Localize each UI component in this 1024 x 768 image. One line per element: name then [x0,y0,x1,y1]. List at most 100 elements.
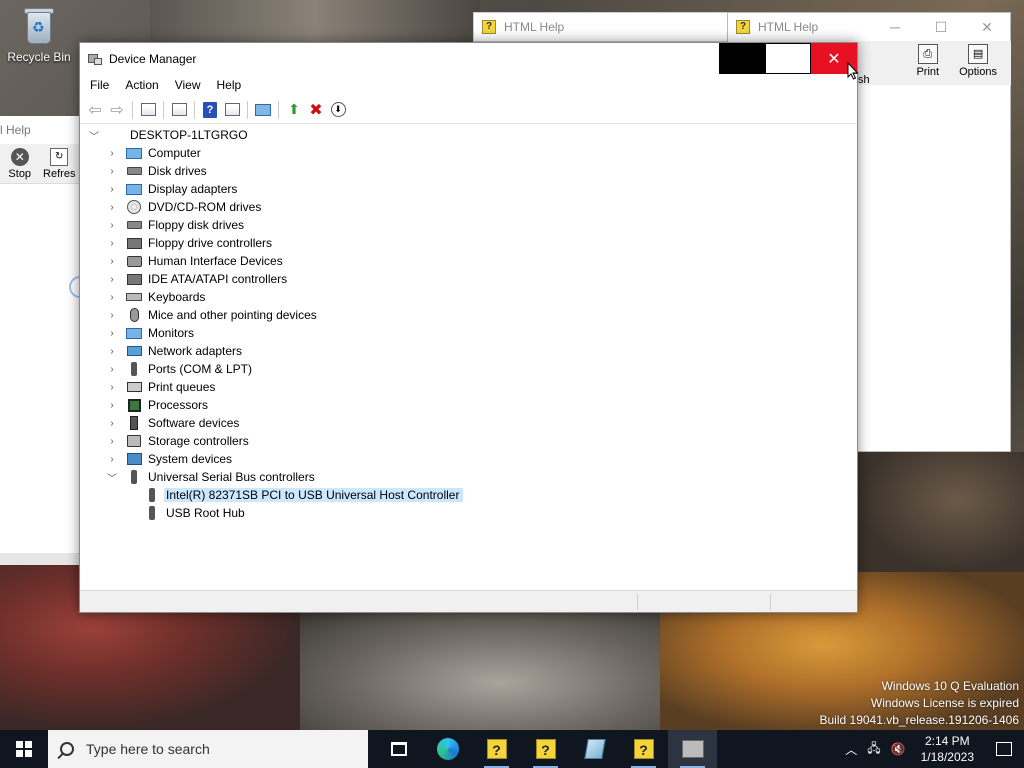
tree-device-usb-root-hub[interactable]: USB Root Hub [144,504,245,522]
tree-device-usb-host-controller[interactable]: Intel(R) 82371SB PCI to USB Universal Ho… [144,486,464,504]
tree-category-usb-controllers[interactable]: ﹀ Universal Serial Bus controllers [106,468,315,486]
close-button[interactable]: ✕ [964,13,1010,41]
maximize-button[interactable]: ☐ [918,13,964,41]
tree-category-system-devices[interactable]: › System devices [106,450,232,468]
tree-category-ide-ata-atapi[interactable]: › IDE ATA/ATAPI controllers [106,270,287,288]
software-device-icon [126,415,142,431]
notification-icon [996,742,1012,756]
start-button[interactable] [0,730,48,768]
tree-category-computer[interactable]: › Computer [106,144,200,162]
html-help-left-bottom [0,553,80,565]
task-view-button[interactable] [374,730,423,768]
tree-category-human-interface-devices[interactable]: › Human Interface Devices [106,252,282,270]
maximize-button[interactable] [765,43,811,74]
taskbar-html-help-1[interactable]: ? [472,730,521,768]
tree-category-print-queues[interactable]: › Print queues [106,378,215,396]
expand-chevron-icon[interactable]: › [106,237,118,249]
computer-icon [108,127,124,143]
disable-device-button[interactable]: ⬇ [327,99,349,121]
expand-chevron-icon[interactable]: › [106,381,118,393]
tree-category-software-devices[interactable]: › Software devices [106,414,239,432]
tree-category-mice[interactable]: › Mice and other pointing devices [106,306,317,324]
taskbar-html-help-3[interactable]: ? [619,730,668,768]
html-help-window-2-title: HTML Help [758,20,819,34]
html-help-icon: ? [486,739,507,759]
expand-chevron-icon[interactable]: › [106,255,118,267]
minimize-button[interactable]: ─ [872,13,918,41]
stop-button[interactable]: ✕ Stop [0,144,40,183]
expand-chevron-icon[interactable]: › [106,363,118,375]
taskbar-edge[interactable] [423,730,472,768]
minimize-button[interactable] [719,43,765,74]
expand-chevron-icon[interactable]: › [106,291,118,303]
collapse-chevron-icon[interactable]: ﹀ [88,129,100,143]
tree-category-storage-controllers[interactable]: › Storage controllers [106,432,248,450]
expand-chevron-icon[interactable]: › [106,273,118,285]
device-manager-window[interactable]: Device Manager ✕ File Action View Help ⇦… [79,42,858,613]
expand-chevron-icon[interactable]: › [106,435,118,447]
show-hide-action-pane-button[interactable] [221,99,243,121]
title-bar[interactable]: Device Manager ✕ [80,43,857,74]
taskbar-notepad[interactable] [570,730,619,768]
expand-chevron-icon[interactable]: › [106,219,118,231]
device-label: USB Root Hub [166,506,245,520]
back-arrow-icon[interactable]: ⇦ [84,99,106,121]
show-hidden-icons-chevron-icon[interactable]: ︿ [840,741,862,758]
device-label-selected: Intel(R) 82371SB PCI to USB Universal Ho… [164,488,464,502]
expand-chevron-icon[interactable]: › [106,201,118,213]
action-center-button[interactable] [984,730,1024,768]
taskbar-device-manager[interactable] [668,730,717,768]
toolbar-separator [247,100,248,119]
tree-category-dvd-cdrom[interactable]: › DVD/CD-ROM drives [106,198,261,216]
toolbar-separator [163,100,164,119]
menu-action[interactable]: Action [117,74,166,96]
expand-chevron-icon[interactable]: › [106,309,118,321]
tree-category-floppy-disk-drives[interactable]: › Floppy disk drives [106,216,244,234]
menu-view[interactable]: View [167,74,209,96]
recycle-bin-desktop-icon[interactable]: ♻ Recycle Bin [4,6,74,64]
expand-chevron-icon[interactable]: › [106,147,118,159]
tree-root[interactable]: ﹀ DESKTOP-1LTGRGO [88,126,248,144]
options-button[interactable]: ▤ Options [959,41,997,85]
status-separator [637,594,638,610]
menu-help[interactable]: Help [209,74,250,96]
volume-muted-icon[interactable]: 🔇 [886,742,911,756]
refresh-button[interactable]: ↻ Refres [40,144,80,183]
expand-chevron-icon[interactable]: › [106,345,118,357]
expand-chevron-icon[interactable]: › [106,183,118,195]
usb-icon [144,487,160,503]
category-label: Network adapters [148,344,243,358]
expand-chevron-icon[interactable]: › [106,399,118,411]
expand-chevron-icon[interactable]: › [106,417,118,429]
search-placeholder: Type here to search [86,741,210,757]
forward-arrow-icon[interactable]: ⇨ [106,99,128,121]
expand-chevron-icon[interactable]: › [106,453,118,465]
network-icon[interactable]: 🖧 [862,739,885,760]
collapse-chevron-icon[interactable]: ﹀ [106,471,118,485]
tree-category-processors[interactable]: › Processors [106,396,208,414]
show-hide-console-tree-button[interactable] [137,99,159,121]
menu-file[interactable]: File [82,74,117,96]
taskbar: Type here to search ? ? ? ︿ 🖧 🔇 2:14 PM … [0,730,1024,768]
clock[interactable]: 2:14 PM 1/18/2023 [911,733,984,765]
tree-category-floppy-drive-controllers[interactable]: › Floppy drive controllers [106,234,272,252]
taskbar-search-box[interactable]: Type here to search [48,730,368,768]
properties-button[interactable] [168,99,190,121]
html-help-window-1[interactable]: ? HTML Help [473,12,733,42]
print-button[interactable]: ⎙ Print [916,41,939,85]
tree-category-network-adapters[interactable]: › Network adapters [106,342,242,360]
clock-date: 1/18/2023 [920,750,974,764]
tree-category-disk-drives[interactable]: › Disk drives [106,162,206,180]
scan-hardware-changes-button[interactable] [252,99,274,121]
uninstall-device-button[interactable]: ✖ [305,99,327,121]
tree-category-display-adapters[interactable]: › Display adapters [106,180,237,198]
help-button[interactable]: ? [199,99,221,121]
expand-chevron-icon[interactable]: › [106,327,118,339]
tree-category-keyboards[interactable]: › Keyboards [106,288,205,306]
tree-category-monitors[interactable]: › Monitors [106,324,194,342]
expand-chevron-icon[interactable]: › [106,165,118,177]
html-help-window-left[interactable]: l Help ✕ Stop ↻ Refres [0,116,91,565]
taskbar-html-help-2[interactable]: ? [521,730,570,768]
update-driver-button[interactable]: ⬆ [283,99,305,121]
tree-category-ports[interactable]: › Ports (COM & LPT) [106,360,252,378]
